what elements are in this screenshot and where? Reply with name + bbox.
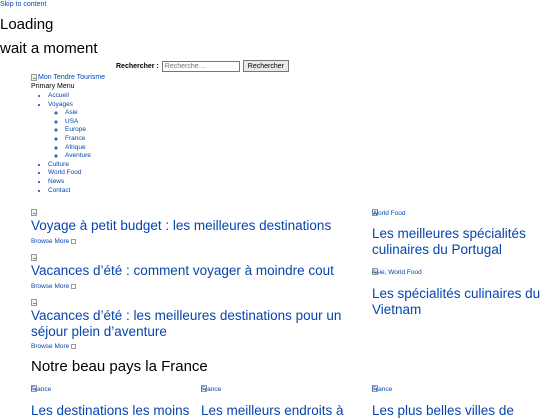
browse-more-link[interactable]: Browse More [31, 283, 77, 290]
section-post-title-link[interactable]: Les meilleurs endroits à [201, 403, 366, 419]
broken-image-icon [31, 299, 37, 306]
broken-image-icon [31, 209, 37, 216]
broken-image-icon [31, 74, 37, 81]
menu-link[interactable]: Voyages [48, 101, 73, 108]
post-category-link[interactable]: France [31, 386, 51, 393]
post-category-link[interactable]: France [201, 386, 221, 393]
menu-link[interactable]: World Food [48, 169, 81, 176]
skip-to-content-link[interactable]: Skip to content [0, 1, 46, 8]
arrow-icon [71, 344, 77, 349]
browse-more-label: Browse More [31, 238, 70, 245]
post-category-link[interactable]: Asie, World Food [372, 269, 422, 276]
search-form: Rechercher : Rechercher [116, 60, 289, 72]
side-post-title-link[interactable]: Les spécialités culinaires du Vietnam [372, 286, 552, 318]
primary-menu: Accueil Voyages Asie USA Europe France A… [48, 92, 91, 195]
section-post-title-link[interactable]: Les destinations les moins [31, 403, 196, 419]
site-logo[interactable]: Mon Tendre Tourisme [31, 74, 105, 81]
menu-link[interactable]: Culture [48, 161, 69, 168]
submenu-item-aventure[interactable]: Aventure [65, 152, 91, 161]
browse-more-link[interactable]: Browse More [31, 343, 77, 350]
menu-link[interactable]: News [48, 178, 64, 185]
broken-image-icon [31, 254, 37, 261]
search-button[interactable]: Rechercher [242, 60, 289, 72]
submenu-item-france[interactable]: France [65, 135, 91, 144]
menu-item-voyages[interactable]: Voyages Asie USA Europe France Afrique A… [48, 101, 91, 161]
submenu-link[interactable]: USA [65, 118, 78, 125]
submenu-link[interactable]: Aventure [65, 152, 91, 159]
browse-more-label: Browse More [31, 283, 70, 290]
menu-item-culture[interactable]: Culture [48, 161, 91, 170]
post-title-link[interactable]: Vacances d’été : les meilleures destinat… [31, 308, 351, 340]
submenu-link[interactable]: Asie [65, 109, 78, 116]
submenu-link[interactable]: Europe [65, 126, 86, 133]
search-label: Rechercher : [116, 62, 159, 70]
post-category-link[interactable]: France [372, 386, 392, 393]
post-title-link[interactable]: Voyage à petit budget : les meilleures d… [31, 218, 351, 234]
submenu-item-afrique[interactable]: Afrique [65, 144, 91, 153]
menu-item-world-food[interactable]: World Food [48, 169, 91, 178]
submenu-link[interactable]: France [65, 135, 85, 142]
loading-title: Loading [0, 16, 54, 33]
submenu-item-asie[interactable]: Asie [65, 109, 91, 118]
browse-more-label: Browse More [31, 343, 70, 350]
loading-subtitle: wait a moment [0, 40, 98, 57]
section-title: Notre beau pays la France [31, 358, 208, 375]
menu-link[interactable]: Contact [48, 187, 70, 194]
menu-item-news[interactable]: News [48, 178, 91, 187]
logo-alt-text: Mon Tendre Tourisme [38, 74, 106, 81]
search-input[interactable] [161, 60, 240, 72]
post-category-link[interactable]: World Food [372, 210, 405, 217]
browse-more-link[interactable]: Browse More [31, 238, 77, 245]
voyages-submenu: Asie USA Europe France Afrique Aventure [48, 109, 91, 161]
menu-item-accueil[interactable]: Accueil [48, 92, 91, 101]
submenu-link[interactable]: Afrique [65, 144, 86, 151]
arrow-icon [71, 284, 77, 289]
menu-title: Primary Menu [31, 83, 75, 90]
submenu-item-europe[interactable]: Europe [65, 126, 91, 135]
section-post-title-link[interactable]: Les plus belles villes de [372, 403, 552, 419]
side-post-title-link[interactable]: Les meilleures spécialités culinaires du… [372, 226, 552, 258]
menu-link[interactable]: Accueil [48, 92, 69, 99]
arrow-icon [71, 239, 77, 244]
menu-item-contact[interactable]: Contact [48, 187, 91, 196]
post-title-link[interactable]: Vacances d’été : comment voyager à moind… [31, 263, 351, 279]
submenu-item-usa[interactable]: USA [65, 118, 91, 127]
